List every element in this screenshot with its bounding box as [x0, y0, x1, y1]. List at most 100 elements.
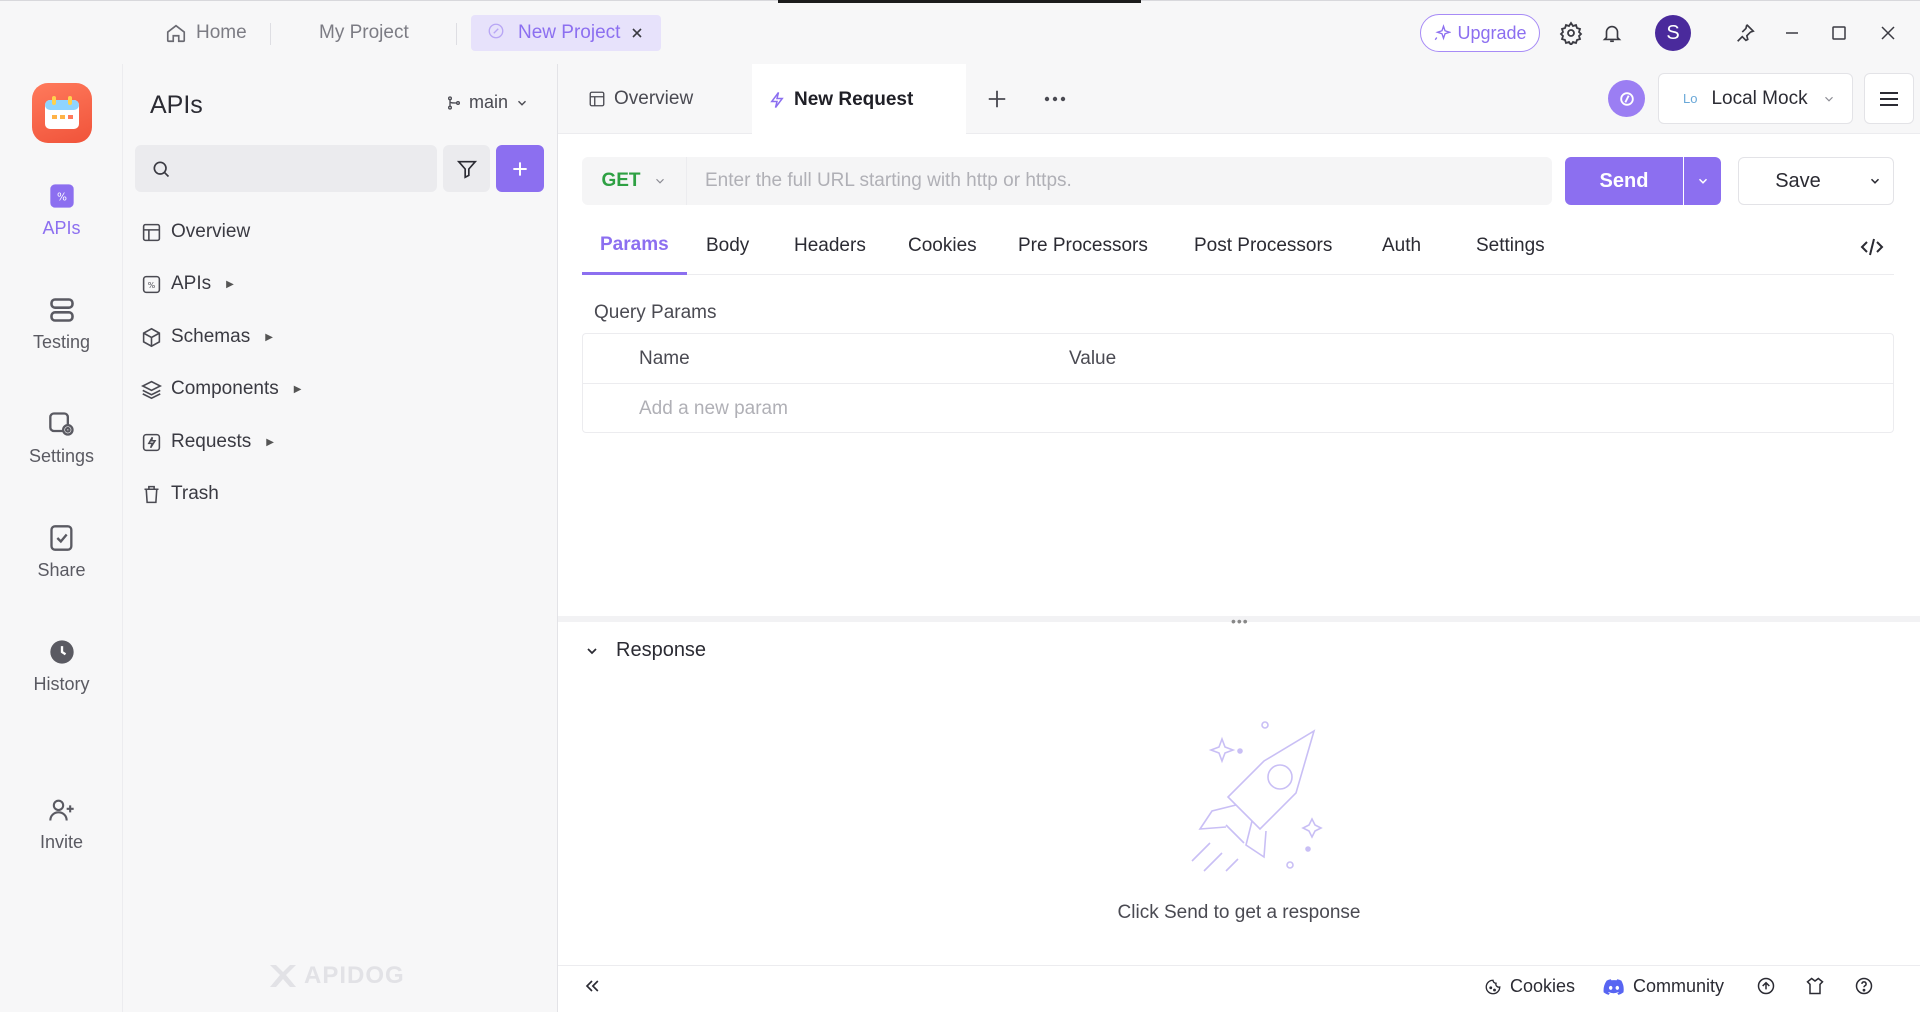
close-icon[interactable]: [1873, 18, 1903, 48]
send-button[interactable]: Send: [1565, 157, 1683, 205]
tree-item-schemas[interactable]: Schemas ▶: [141, 326, 273, 348]
sync-status-icon[interactable]: [1608, 80, 1645, 117]
code-icon[interactable]: [1860, 237, 1884, 257]
window-tab-label: My Project: [319, 22, 409, 43]
plus-icon: [986, 88, 1008, 110]
app-logo[interactable]: [32, 83, 92, 143]
home-icon: [165, 22, 187, 44]
tree-item-label: Overview: [171, 221, 251, 242]
search-input[interactable]: [181, 158, 431, 179]
rail-item-label: Share: [37, 560, 86, 580]
window-tab-home[interactable]: Home: [165, 15, 247, 51]
environment-select[interactable]: Lo Local Mock: [1658, 73, 1853, 124]
save-button[interactable]: Save: [1738, 157, 1858, 205]
help-icon[interactable]: [1854, 976, 1874, 996]
tab-settings[interactable]: Settings: [1476, 217, 1545, 275]
response-hint: Click Send to get a response: [1117, 902, 1361, 923]
close-tab-icon[interactable]: [629, 25, 645, 41]
window-drag-indicator: [778, 0, 1141, 3]
branch-selector[interactable]: main: [446, 92, 529, 113]
cookies-button[interactable]: Cookies: [1484, 976, 1575, 997]
testing-icon: [48, 296, 76, 324]
url-input[interactable]: [705, 170, 1505, 192]
branch-label: main: [469, 92, 509, 112]
api-explorer: APIs main Overview % APIs ▶ Schemas ▶ Co…: [123, 64, 558, 1012]
caret-right-icon[interactable]: ▶: [265, 332, 273, 343]
window-tab-new-project[interactable]: New Project: [471, 15, 662, 51]
add-button[interactable]: [496, 145, 544, 192]
upload-icon[interactable]: [1756, 976, 1776, 996]
search-box[interactable]: [135, 145, 437, 192]
tree-item-trash[interactable]: Trash: [141, 483, 219, 505]
url-bar: GET: [582, 157, 1552, 205]
trash-icon: [141, 484, 162, 505]
gear-icon[interactable]: [1556, 18, 1586, 48]
tree-item-apis[interactable]: % APIs ▶: [141, 273, 234, 295]
rail-item-label: Testing: [32, 332, 91, 352]
tree-item-overview[interactable]: Overview: [141, 221, 250, 243]
tree-item-label: APIs: [171, 273, 212, 294]
title-bar: Home My Project New Project Upgrade S: [0, 0, 1920, 64]
bolt-icon: [768, 90, 786, 110]
bell-icon[interactable]: [1597, 18, 1627, 48]
tab-body[interactable]: Body: [706, 217, 749, 275]
send-options-button[interactable]: [1684, 157, 1721, 205]
query-params-label: Query Params: [594, 302, 717, 323]
caret-right-icon[interactable]: ▶: [226, 279, 234, 290]
tab-label: Post Processors: [1194, 235, 1333, 256]
add-param-input[interactable]: Add a new param: [639, 398, 788, 420]
tree-item-requests[interactable]: Requests ▶: [141, 431, 274, 453]
tab-params[interactable]: Params: [582, 217, 687, 275]
maximize-icon[interactable]: [1824, 18, 1854, 48]
menu-button[interactable]: [1864, 73, 1914, 124]
caret-right-icon[interactable]: ▶: [294, 384, 302, 395]
avatar[interactable]: S: [1655, 15, 1691, 51]
more-icon: [1044, 96, 1066, 102]
shirt-icon[interactable]: [1805, 976, 1825, 996]
tab-label: Cookies: [908, 235, 977, 256]
rail-item-apis[interactable]: % APIs: [0, 182, 123, 239]
tab-cookies[interactable]: Cookies: [908, 217, 977, 275]
sparkle-icon: [1433, 24, 1452, 42]
branch-icon: [446, 94, 462, 112]
tab-overview[interactable]: Overview: [588, 64, 693, 134]
save-options-button[interactable]: [1857, 157, 1894, 205]
chevron-down-icon: [1822, 92, 1836, 106]
request-subtabs: Params Body Headers Cookies Pre Processo…: [582, 217, 1894, 275]
community-button[interactable]: Community: [1603, 976, 1724, 997]
rail-item-invite[interactable]: Invite: [0, 796, 123, 853]
rail-item-testing[interactable]: Testing: [0, 296, 123, 353]
caret-right-icon[interactable]: ▶: [266, 437, 274, 448]
upgrade-button[interactable]: Upgrade: [1420, 14, 1540, 52]
hamburger-icon: [1879, 90, 1899, 108]
chevron-down-icon: [653, 174, 667, 188]
column-header-name: Name: [639, 348, 690, 369]
tab-new-request[interactable]: New Request: [752, 64, 966, 135]
response-header[interactable]: Response: [584, 639, 706, 662]
method-select[interactable]: GET: [582, 157, 687, 205]
tab-post-processors[interactable]: Post Processors: [1194, 217, 1332, 275]
more-tabs-button[interactable]: [1044, 64, 1066, 134]
minimize-icon[interactable]: [1777, 18, 1807, 48]
column-header-value: Value: [1069, 348, 1117, 369]
filter-button[interactable]: [443, 145, 490, 192]
upgrade-label: Upgrade: [1457, 22, 1527, 43]
window-tab-my-project[interactable]: My Project: [319, 15, 409, 51]
new-tab-button[interactable]: [986, 64, 1008, 134]
drag-handle-icon[interactable]: •••: [1231, 613, 1249, 629]
tab-auth[interactable]: Auth: [1382, 217, 1421, 275]
rail-item-history[interactable]: History: [0, 638, 123, 695]
tab-label: Auth: [1382, 235, 1422, 256]
cube-icon: [141, 327, 162, 348]
rail-item-share[interactable]: Share: [0, 524, 123, 581]
rail-item-label: Invite: [39, 832, 84, 852]
request-tab-bar: Overview New Request Lo Local Mock: [558, 64, 1920, 135]
tab-headers[interactable]: Headers: [794, 217, 866, 275]
tree-item-components[interactable]: Components ▶: [141, 378, 301, 400]
rail-item-label: Settings: [28, 446, 95, 466]
pin-icon[interactable]: [1730, 18, 1760, 48]
tree-item-label: Trash: [171, 483, 219, 504]
tab-pre-processors[interactable]: Pre Processors: [1018, 217, 1148, 275]
rail-item-settings[interactable]: Settings: [0, 410, 123, 467]
collapse-sidebar-button[interactable]: [582, 976, 602, 996]
